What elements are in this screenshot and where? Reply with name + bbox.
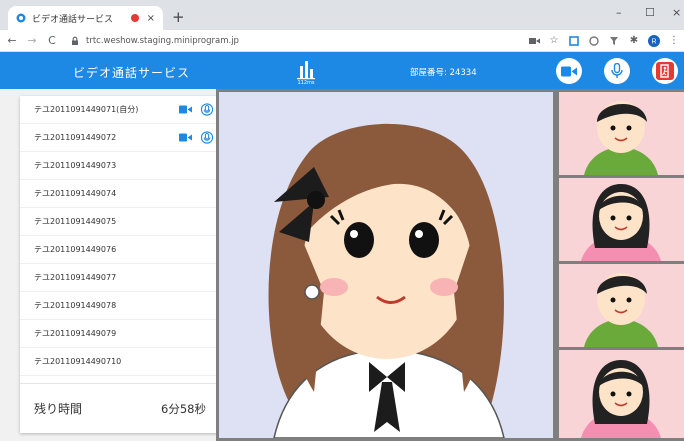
participant-row[interactable]: テユ2011091449073 bbox=[20, 152, 220, 180]
tab-title: ビデオ通話サービス bbox=[32, 14, 114, 25]
back-button[interactable]: ← bbox=[4, 34, 20, 47]
participant-row[interactable]: テユ2011091449078 bbox=[20, 292, 220, 320]
remaining-time-value: 6分58秒 bbox=[161, 401, 206, 416]
browser-tab[interactable]: ビデオ通話サービス × bbox=[8, 6, 163, 30]
participant-row[interactable]: テユ2011091449076 bbox=[20, 236, 220, 264]
svg-text:R: R bbox=[651, 38, 656, 45]
participant-name: テユ2011091449074 bbox=[34, 189, 117, 198]
thumbnail-video-tile[interactable] bbox=[559, 92, 684, 175]
extensions-puzzle-icon[interactable]: ✱ bbox=[628, 35, 640, 47]
participant-row[interactable]: テユ2011091449072 bbox=[20, 124, 220, 152]
participant-list: テユ2011091449071(自分) テユ2011091449072 テユ2011… bbox=[20, 96, 220, 433]
minimize-button[interactable]: – bbox=[616, 6, 622, 19]
app-title: ビデオ通話サービス bbox=[73, 66, 191, 80]
video-camera-icon bbox=[561, 66, 577, 76]
boy-avatar-illustration bbox=[584, 101, 658, 175]
thumbnail-video-tile[interactable] bbox=[559, 178, 684, 261]
address-bar: ← → C trtc.weshow.staging.miniprogram.jp… bbox=[0, 30, 684, 52]
participant-row[interactable]: テユ2011091449077 bbox=[20, 264, 220, 292]
browser-titlebar: ビデオ通話サービス × + – ☐ × bbox=[0, 0, 684, 30]
extension-blue-icon[interactable] bbox=[568, 35, 580, 47]
app-header: ビデオ通話サービス 112ms 部屋番号: 24334 bbox=[0, 52, 684, 89]
remaining-time: 残り時間 6分58秒 bbox=[20, 383, 220, 433]
remaining-time-label: 残り時間 bbox=[34, 402, 83, 416]
microphone-toggle-button[interactable] bbox=[604, 58, 630, 84]
participant-row[interactable]: テユ2011091449079 bbox=[20, 320, 220, 348]
participant-name: テユ2011091449079 bbox=[34, 329, 117, 338]
camera-toggle-button[interactable] bbox=[556, 58, 582, 84]
profile-avatar[interactable]: R bbox=[648, 34, 660, 47]
participant-rows: テユ2011091449071(自分) テユ2011091449072 テユ2011… bbox=[20, 96, 220, 376]
exit-door-icon bbox=[656, 62, 674, 80]
participant-name: テユ2011091449072 bbox=[34, 133, 117, 142]
forward-button[interactable]: → bbox=[24, 34, 40, 47]
url-text: trtc.weshow.staging.miniprogram.jp bbox=[86, 35, 239, 46]
microphone-icon[interactable] bbox=[200, 131, 214, 145]
exit-call-button[interactable] bbox=[652, 58, 678, 84]
participant-name: テユ20110914490710 bbox=[34, 357, 122, 366]
reload-button[interactable]: C bbox=[44, 34, 60, 47]
participant-name: テユ2011091449076 bbox=[34, 245, 117, 254]
microphone-icon[interactable] bbox=[200, 103, 214, 117]
extension-circle-icon[interactable] bbox=[588, 35, 600, 47]
boy-avatar-illustration bbox=[584, 273, 658, 347]
new-tab-button[interactable]: + bbox=[172, 8, 185, 26]
close-window-button[interactable]: × bbox=[672, 6, 681, 19]
extension-filter-icon[interactable] bbox=[608, 35, 620, 47]
participant-row[interactable]: テユ2011091449074 bbox=[20, 180, 220, 208]
participant-thumbnails bbox=[556, 89, 684, 441]
url-field[interactable]: trtc.weshow.staging.miniprogram.jp bbox=[70, 32, 524, 50]
room-number: 部屋番号: 24334 bbox=[410, 68, 477, 78]
participant-row[interactable]: テユ20110914490710 bbox=[20, 348, 220, 376]
participant-row[interactable]: テユ2011091449071(自分) bbox=[20, 96, 220, 124]
latency-label: 112ms bbox=[297, 80, 315, 86]
microphone-icon bbox=[611, 63, 623, 78]
participant-name: テユ2011091449078 bbox=[34, 301, 117, 310]
favicon-icon bbox=[16, 13, 26, 23]
girl-avatar-illustration bbox=[581, 184, 661, 261]
main-video-stream bbox=[219, 92, 553, 438]
participant-name: テユ2011091449073 bbox=[34, 161, 117, 170]
call-main-area: テユ2011091449071(自分) テユ2011091449072 テユ2011… bbox=[0, 89, 684, 441]
camera-permission-icon[interactable] bbox=[528, 35, 540, 47]
thumbnail-video-tile[interactable] bbox=[559, 350, 684, 438]
bookmark-star-icon[interactable]: ☆ bbox=[548, 35, 560, 47]
participant-name: テユ2011091449077 bbox=[34, 273, 117, 282]
girl-avatar-illustration bbox=[268, 123, 505, 438]
maximize-button[interactable]: ☐ bbox=[645, 6, 655, 19]
video-camera-icon[interactable] bbox=[178, 103, 192, 117]
main-video-tile[interactable] bbox=[216, 89, 556, 441]
participant-name: テユ2011091449075 bbox=[34, 217, 117, 226]
lock-icon bbox=[72, 36, 78, 45]
participant-name: テユ2011091449071(自分) bbox=[34, 105, 139, 114]
browser-menu-icon[interactable]: ⋮ bbox=[668, 35, 680, 47]
girl-avatar-illustration bbox=[581, 360, 661, 438]
thumbnail-video-tile[interactable] bbox=[559, 264, 684, 347]
tab-close-button[interactable]: × bbox=[147, 13, 155, 24]
participant-row[interactable]: テユ2011091449075 bbox=[20, 208, 220, 236]
video-camera-icon[interactable] bbox=[178, 131, 192, 145]
recording-indicator-icon bbox=[130, 14, 139, 22]
